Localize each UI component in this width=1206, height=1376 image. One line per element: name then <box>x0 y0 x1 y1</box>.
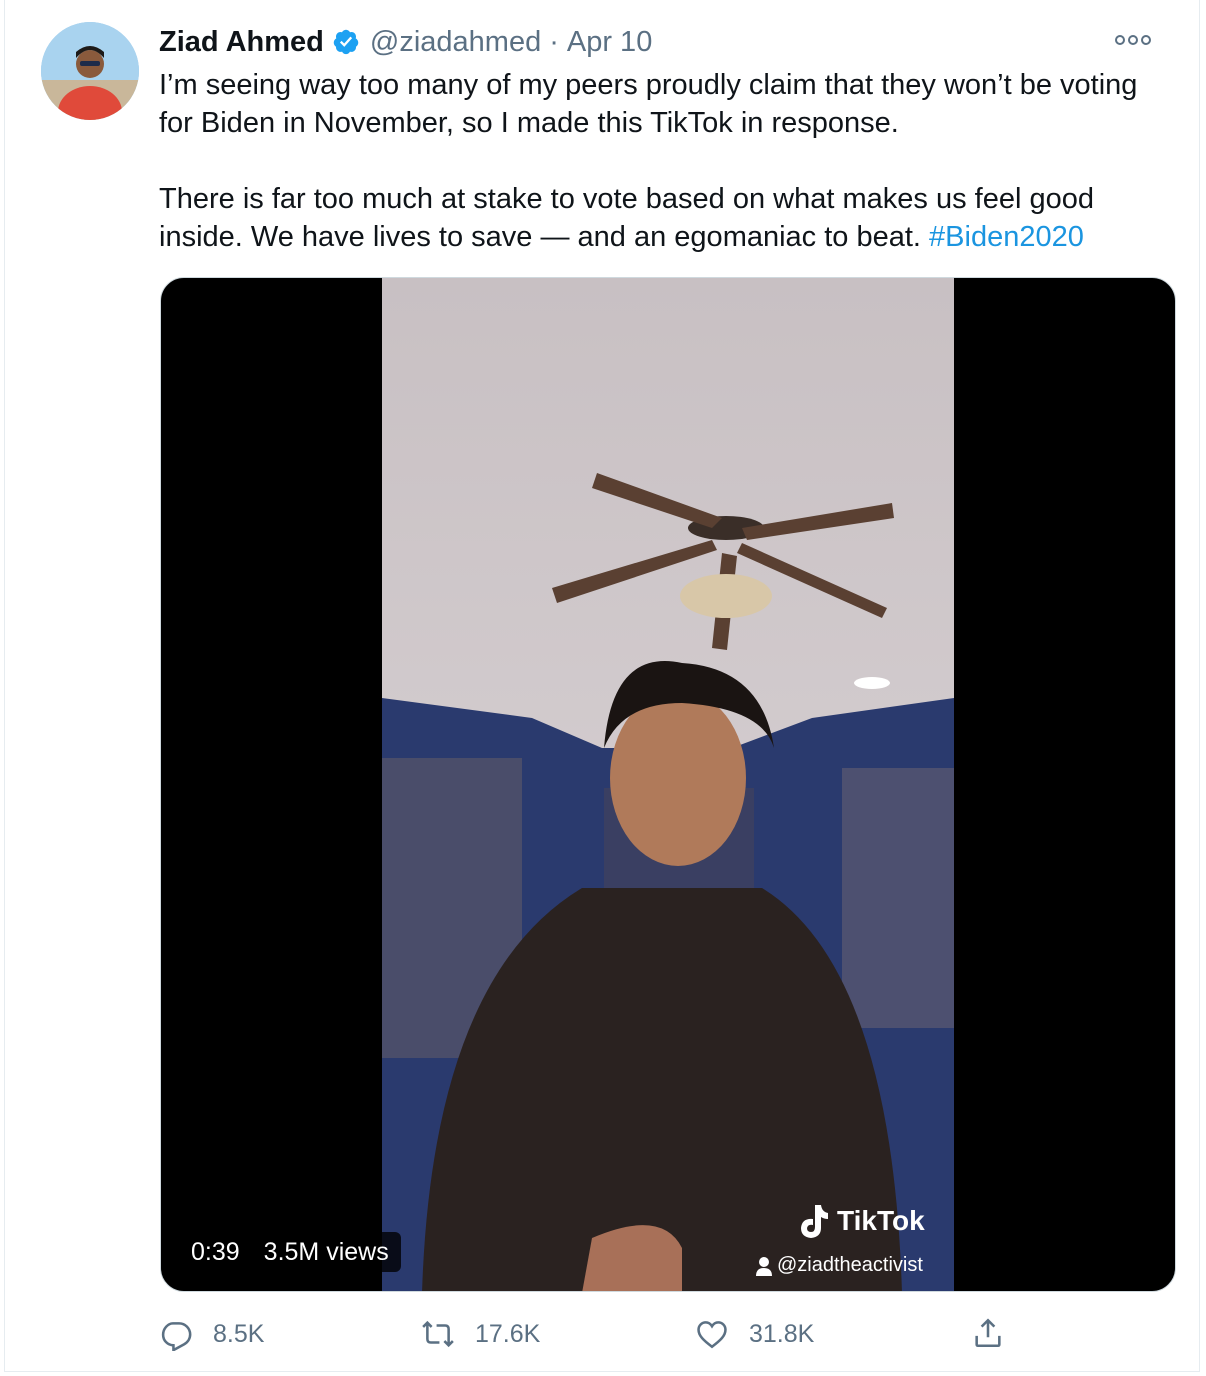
hashtag-link[interactable]: #Biden2020 <box>929 221 1084 253</box>
retweet-button[interactable]: 17.6K <box>421 1312 540 1356</box>
reply-button[interactable]: 8.5K <box>159 1312 264 1356</box>
separator: · <box>549 25 559 58</box>
author-name[interactable]: Ziad Ahmed <box>159 26 324 59</box>
tiktok-watermark: TikTok <box>795 1203 925 1239</box>
tiktok-username-text: @ziadtheactivist <box>777 1254 923 1276</box>
user-icon <box>756 1256 772 1276</box>
tiktok-logo-icon <box>801 1205 828 1238</box>
tiktok-brand: TikTok <box>837 1205 925 1236</box>
more-options-icon[interactable] <box>1113 28 1153 52</box>
tweet-card[interactable]: Ziad Ahmed @ziadahmed · Apr 10 I’m seein… <box>4 0 1200 1372</box>
video-frame[interactable] <box>382 278 954 1291</box>
video-player[interactable]: 0:39 3.5M views TikTok @ziadtheactivist <box>160 277 1176 1292</box>
tweet-actions: 8.5K 17.6K 31.8K <box>159 1312 1019 1356</box>
avatar[interactable] <box>41 22 139 120</box>
video-info-badge: 0:39 3.5M views <box>179 1232 401 1272</box>
retweet-icon <box>422 1320 454 1348</box>
tweet-paragraph-2: There is far too much at stake to vote b… <box>159 180 1169 256</box>
like-count: 31.8K <box>749 1319 815 1348</box>
reply-count: 8.5K <box>213 1319 265 1348</box>
share-icon[interactable] <box>971 1316 1005 1350</box>
video-views: 3.5M views <box>263 1237 389 1266</box>
verified-icon <box>333 29 359 55</box>
retweet-count: 17.6K <box>475 1319 541 1348</box>
like-button[interactable]: 31.8K <box>695 1312 814 1356</box>
video-duration: 0:39 <box>191 1237 240 1266</box>
reply-icon <box>161 1322 192 1351</box>
tweet-paragraph-1: I’m seeing way too many of my peers prou… <box>159 69 1138 139</box>
tiktok-username: @ziadtheactivist <box>755 1254 923 1277</box>
like-icon <box>697 1321 727 1349</box>
tweet-date[interactable]: Apr 10 <box>567 26 652 59</box>
author-handle[interactable]: @ziadahmed <box>370 26 541 59</box>
tweet-text: I’m seeing way too many of my peers prou… <box>159 66 1169 256</box>
